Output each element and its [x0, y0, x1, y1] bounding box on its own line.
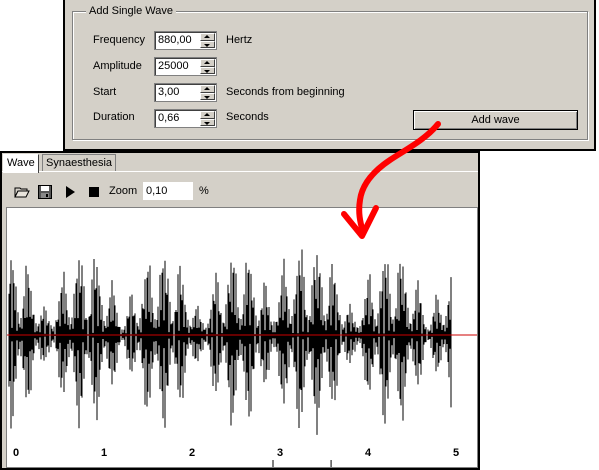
duration-down-button[interactable]: [200, 118, 215, 126]
duration-value: 0,66: [158, 112, 180, 124]
start-spinbox[interactable]: 3,00: [154, 83, 217, 102]
duration-spinbox[interactable]: 0,66: [154, 109, 217, 128]
amplitude-value: 25000: [158, 60, 189, 72]
frequency-up-button[interactable]: [200, 33, 215, 41]
amplitude-down-button[interactable]: [200, 66, 215, 74]
time-tick-4: 4: [365, 447, 372, 459]
tab-synaesthesia[interactable]: Synaesthesia: [42, 154, 117, 172]
amplitude-up-button[interactable]: [200, 59, 215, 67]
waveform-plot: [7, 249, 477, 467]
frequency-value: 880,00: [158, 34, 192, 46]
group-title: Add Single Wave: [86, 5, 176, 17]
wave-toolbar: Zoom %: [6, 181, 472, 203]
amplitude-spinbox[interactable]: 25000: [154, 57, 217, 76]
play-icon[interactable]: [62, 184, 78, 200]
start-label: Start: [93, 86, 117, 98]
tab-wave[interactable]: Wave: [3, 154, 39, 173]
zoom-input[interactable]: [143, 182, 193, 200]
add-wave-button[interactable]: Add wave: [413, 110, 578, 130]
save-disk-icon[interactable]: [37, 184, 53, 200]
tab-strip-divider: [2, 171, 478, 172]
stop-icon[interactable]: [86, 184, 102, 200]
time-tick-3: 3: [277, 447, 284, 459]
waveform-trace: [8, 249, 452, 435]
duration-up-button[interactable]: [200, 111, 215, 119]
duration-unit: Seconds: [226, 111, 269, 123]
amplitude-label: Amplitude: [93, 60, 142, 72]
frequency-spinbox[interactable]: 880,00: [154, 31, 217, 50]
time-tick-5: 5: [453, 447, 460, 459]
open-folder-icon[interactable]: [14, 184, 30, 200]
start-up-button[interactable]: [200, 85, 215, 93]
waveform-display[interactable]: 0 1 2 3 4 5: [6, 207, 478, 468]
start-down-button[interactable]: [200, 92, 215, 100]
frequency-down-button[interactable]: [200, 40, 215, 48]
start-value: 3,00: [158, 86, 180, 98]
wave-window: Wave Synaesthesia Zoom % 0: [0, 151, 480, 470]
frequency-unit: Hertz: [226, 34, 253, 46]
add-wave-panel: Add Single Wave Frequency 880,00 Hertz A…: [63, 0, 596, 151]
time-tick-2: 2: [189, 447, 196, 459]
add-single-wave-group: Add Single Wave Frequency 880,00 Hertz A…: [72, 5, 588, 140]
duration-label: Duration: [93, 111, 135, 123]
frequency-label: Frequency: [93, 34, 145, 46]
start-unit: Seconds from beginning: [226, 86, 345, 98]
zoom-unit: %: [199, 185, 209, 197]
zoom-label: Zoom: [109, 185, 138, 197]
time-tick-1: 1: [101, 447, 108, 459]
time-tick-0: 0: [13, 447, 20, 459]
